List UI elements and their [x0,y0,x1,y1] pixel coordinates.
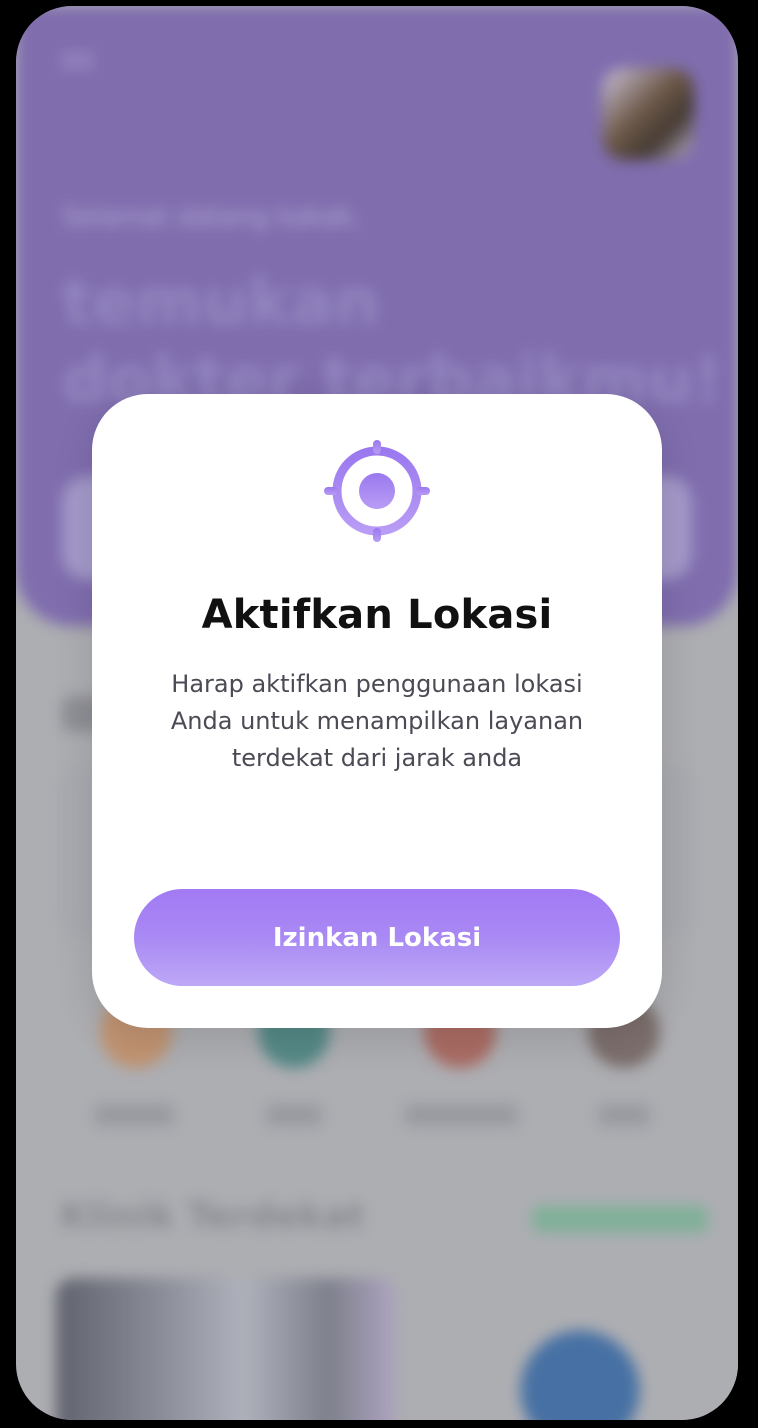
dialog-title: Aktifkan Lokasi [201,592,553,638]
dialog-description: Harap aktifkan penggunaan lokasi Anda un… [170,670,584,772]
location-target-icon [324,440,430,542]
location-permission-dialog: Aktifkan Lokasi Harap aktifkan penggunaa… [92,394,662,1028]
allow-location-button[interactable]: Izinkan Lokasi [134,889,620,986]
